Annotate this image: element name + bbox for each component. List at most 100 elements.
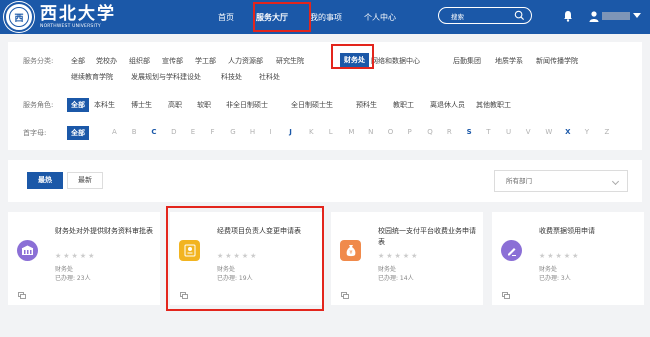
letter-p[interactable]: P (408, 128, 412, 136)
sort-new-button[interactable]: 最新 (67, 172, 103, 189)
highlight-box-card (166, 206, 324, 311)
role-staff[interactable]: 教职工 (393, 100, 414, 110)
letter-label: 首字母: (23, 129, 47, 137)
category-all[interactable]: 全部 (71, 56, 85, 66)
letter-s[interactable]: S (467, 128, 472, 136)
category-technology[interactable]: 科技处 (221, 72, 242, 82)
role-label: 服务角色: (23, 101, 54, 109)
role-other-staff[interactable]: 其他教职工 (476, 100, 511, 110)
svg-text:¥: ¥ (349, 250, 352, 256)
category-planning[interactable]: 发展规划与学科建设处 (131, 72, 201, 82)
category-publicity[interactable]: 宣传部 (162, 56, 183, 66)
category-organization[interactable]: 组织部 (129, 56, 150, 66)
bell-icon[interactable] (563, 10, 573, 22)
category-graduate-school[interactable]: 研究生院 (276, 56, 304, 66)
role-full-time-master[interactable]: 全日制硕士生 (291, 100, 333, 110)
letter-g[interactable]: G (230, 128, 235, 136)
card-title[interactable]: 财务处对外提供财务资料审批表 (55, 226, 155, 237)
card-count: 已办理: 14人 (378, 275, 414, 282)
tag-icon (18, 292, 26, 299)
letter-c[interactable]: C (151, 128, 156, 136)
role-senior-title[interactable]: 高职 (168, 100, 182, 110)
role-all[interactable]: 全部 (67, 98, 89, 112)
nav-my-items[interactable]: 我的事项 (310, 12, 342, 23)
card-count: 已办理: 23人 (55, 275, 91, 282)
letter-i[interactable]: I (270, 128, 272, 136)
role-undergraduate[interactable]: 本科生 (94, 100, 115, 110)
nav-personal-center[interactable]: 个人中心 (364, 12, 396, 23)
letter-t[interactable]: T (486, 128, 490, 136)
card-department: 财务处 (378, 266, 397, 273)
department-select[interactable]: 所有部门 (494, 170, 628, 192)
letter-all[interactable]: 全部 (67, 126, 89, 140)
sort-bar: 最热 最新 所有部门 (8, 160, 642, 202)
top-header: 西 西北大学 NORTHWEST UNIVERSITY 首页 服务大厅 我的事项… (0, 0, 650, 34)
filter-panel: 服务分类: 全部 党校办 组织部 宣传部 学工部 人力资源部 研究生院 财务处 … (8, 42, 642, 150)
category-journalism[interactable]: 新闻传播学院 (536, 56, 578, 66)
university-logo[interactable]: 西 西北大学 NORTHWEST UNIVERSITY (4, 2, 116, 32)
logo-title: 西北大学 (40, 4, 116, 24)
letter-y[interactable]: Y (585, 128, 589, 136)
card-department: 财务处 (55, 266, 74, 273)
letter-k[interactable]: K (309, 128, 314, 136)
service-card[interactable]: ¥ 校园统一支付平台收费业务申请表 ★★★★★ 财务处 已办理: 14人 (331, 212, 483, 305)
service-card[interactable]: 收费票据领用申请 ★★★★★ 财务处 已办理: 3人 (492, 212, 644, 305)
role-retired[interactable]: 离退休人员 (430, 100, 465, 110)
letter-d[interactable]: D (171, 128, 176, 136)
card-title[interactable]: 收费票据领用申请 (539, 226, 639, 237)
search-input[interactable]: 搜索 (438, 7, 532, 24)
letter-w[interactable]: W (545, 128, 552, 136)
department-select-value: 所有部门 (506, 177, 532, 185)
letter-v[interactable]: V (526, 128, 531, 136)
category-continuing-education[interactable]: 继续教育学院 (71, 72, 113, 82)
search-icon[interactable] (514, 10, 525, 21)
service-card[interactable]: 财务处对外提供财务资料审批表 ★★★★★ 财务处 已办理: 23人 (8, 212, 160, 305)
letter-f[interactable]: F (211, 128, 215, 136)
card-department: 财务处 (539, 266, 558, 273)
letter-x[interactable]: X (565, 128, 570, 136)
category-social-science[interactable]: 社科处 (259, 72, 280, 82)
letter-j[interactable]: J (289, 128, 292, 136)
role-part-time-master[interactable]: 非全日制硕士 (226, 100, 268, 110)
letter-b[interactable]: B (132, 128, 137, 136)
role-phd[interactable]: 博士生 (131, 100, 152, 110)
role-preparatory[interactable]: 预科生 (356, 100, 377, 110)
rating-stars: ★★★★★ (55, 252, 97, 260)
letter-n[interactable]: N (368, 128, 373, 136)
chevron-down-icon[interactable] (633, 13, 641, 18)
category-student-affairs[interactable]: 学工部 (195, 56, 216, 66)
nav-home[interactable]: 首页 (218, 12, 234, 23)
building-icon (17, 240, 38, 261)
highlight-box-category (331, 44, 374, 69)
category-label: 服务分类: (23, 57, 54, 65)
letter-u[interactable]: U (506, 128, 511, 136)
letter-a[interactable]: A (112, 128, 117, 136)
letter-h[interactable]: H (250, 128, 255, 136)
letter-l[interactable]: L (329, 128, 333, 136)
money-bag-icon: ¥ (340, 240, 361, 261)
category-hr[interactable]: 人力资源部 (228, 56, 263, 66)
category-party-office[interactable]: 党校办 (96, 56, 117, 66)
username-redacted[interactable] (602, 12, 630, 20)
user-icon[interactable] (588, 10, 600, 22)
category-logistics[interactable]: 后勤集团 (453, 56, 481, 66)
letter-q[interactable]: Q (427, 128, 433, 136)
rating-stars: ★★★★★ (378, 252, 420, 260)
logo-subtitle: NORTHWEST UNIVERSITY (40, 24, 101, 29)
letter-o[interactable]: O (388, 128, 394, 136)
rating-stars: ★★★★★ (539, 252, 581, 260)
card-title[interactable]: 校园统一支付平台收费业务申请表 (378, 226, 478, 248)
role-soft-title[interactable]: 软职 (197, 100, 211, 110)
letter-z[interactable]: Z (605, 128, 610, 136)
seal-icon: 西 (4, 2, 34, 32)
highlight-box-nav (253, 2, 311, 32)
edit-icon (501, 240, 522, 261)
letter-r[interactable]: R (447, 128, 452, 136)
category-geology[interactable]: 地质学系 (495, 56, 523, 66)
sort-hot-button[interactable]: 最热 (27, 172, 63, 189)
letter-e[interactable]: E (191, 128, 195, 136)
letter-m[interactable]: M (348, 128, 354, 136)
category-network-data-center[interactable]: 网络和数据中心 (371, 56, 420, 66)
main-nav: 首页 服务大厅 我的事项 个人中心 (218, 0, 418, 34)
tag-icon (341, 292, 349, 299)
